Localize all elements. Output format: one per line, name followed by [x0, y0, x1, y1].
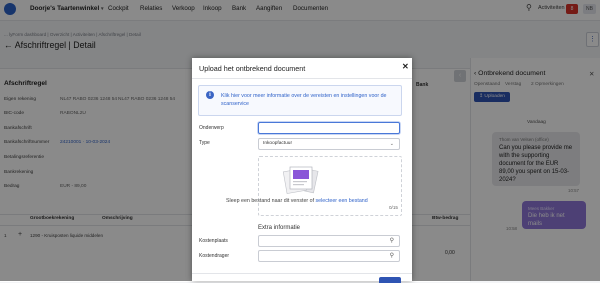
info-icon: i — [206, 91, 214, 99]
close-icon[interactable]: ✕ — [402, 62, 409, 71]
cost-center-input[interactable]: ⚲ — [258, 235, 400, 247]
subject-input[interactable] — [258, 122, 400, 134]
document-stack-icon — [282, 166, 319, 194]
chevron-down-icon: ⌄ — [389, 141, 394, 147]
dropzone-text: Sleep een bestand naar dit venster of se… — [226, 198, 368, 204]
search-icon: ⚲ — [389, 253, 394, 259]
cost-center-label: Kostenplaats — [199, 238, 228, 244]
subject-label: Onderwerp — [199, 125, 224, 131]
extra-info-heading: Extra informatie — [258, 225, 301, 231]
type-label: Type — [199, 140, 210, 146]
info-link[interactable]: Klik hier voor meer informatie over de v… — [221, 92, 391, 108]
select-file-link[interactable]: selecteer een bestand — [316, 198, 368, 204]
divider — [192, 273, 412, 274]
type-select-value: Inkoopfactuur — [263, 141, 293, 146]
file-count: 0/15 — [389, 205, 398, 210]
cost-carrier-input[interactable]: ⚲ — [258, 250, 400, 262]
search-icon: ⚲ — [389, 238, 394, 244]
cost-carrier-label: Kostendrager — [199, 253, 230, 259]
upload-submit-button[interactable] — [379, 277, 401, 283]
divider — [192, 78, 412, 79]
dialog-title: Upload het ontbrekend document — [199, 64, 306, 73]
type-select[interactable]: Inkoopfactuur ⌄ — [258, 138, 400, 150]
